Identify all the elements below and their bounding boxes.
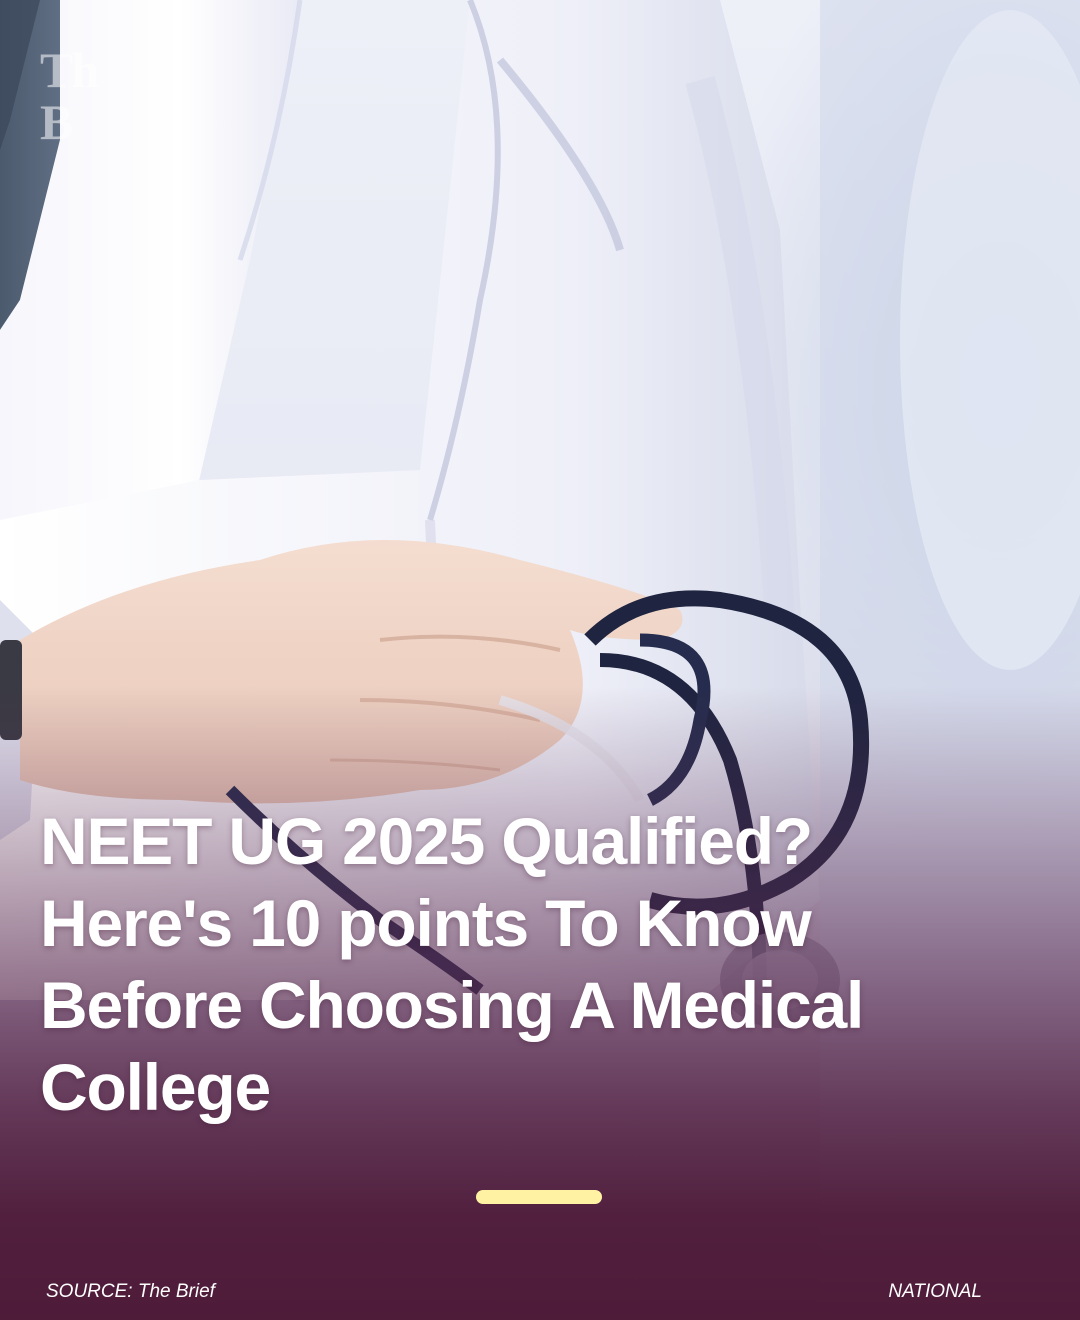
logo-line-1: Th xyxy=(40,44,99,98)
category-label: NATIONAL xyxy=(888,1281,982,1302)
divider-pill xyxy=(476,1190,602,1204)
news-card: Th B NEET UG 2025 Qualified? Here's 10 p… xyxy=(0,0,1080,1320)
headline: NEET UG 2025 Qualified? Here's 10 points… xyxy=(40,800,940,1128)
logo-line-2: B xyxy=(40,94,73,150)
source-label: SOURCE: The Brief xyxy=(46,1281,215,1302)
headline-line-4: College xyxy=(40,1050,271,1124)
headline-line-1: NEET UG 2025 Qualified? xyxy=(40,804,813,878)
headline-line-2: Here's 10 points To Know xyxy=(40,886,812,960)
brand-logo-watermark: Th B xyxy=(40,44,100,154)
headline-line-3: Before Choosing A Medical xyxy=(40,968,864,1042)
